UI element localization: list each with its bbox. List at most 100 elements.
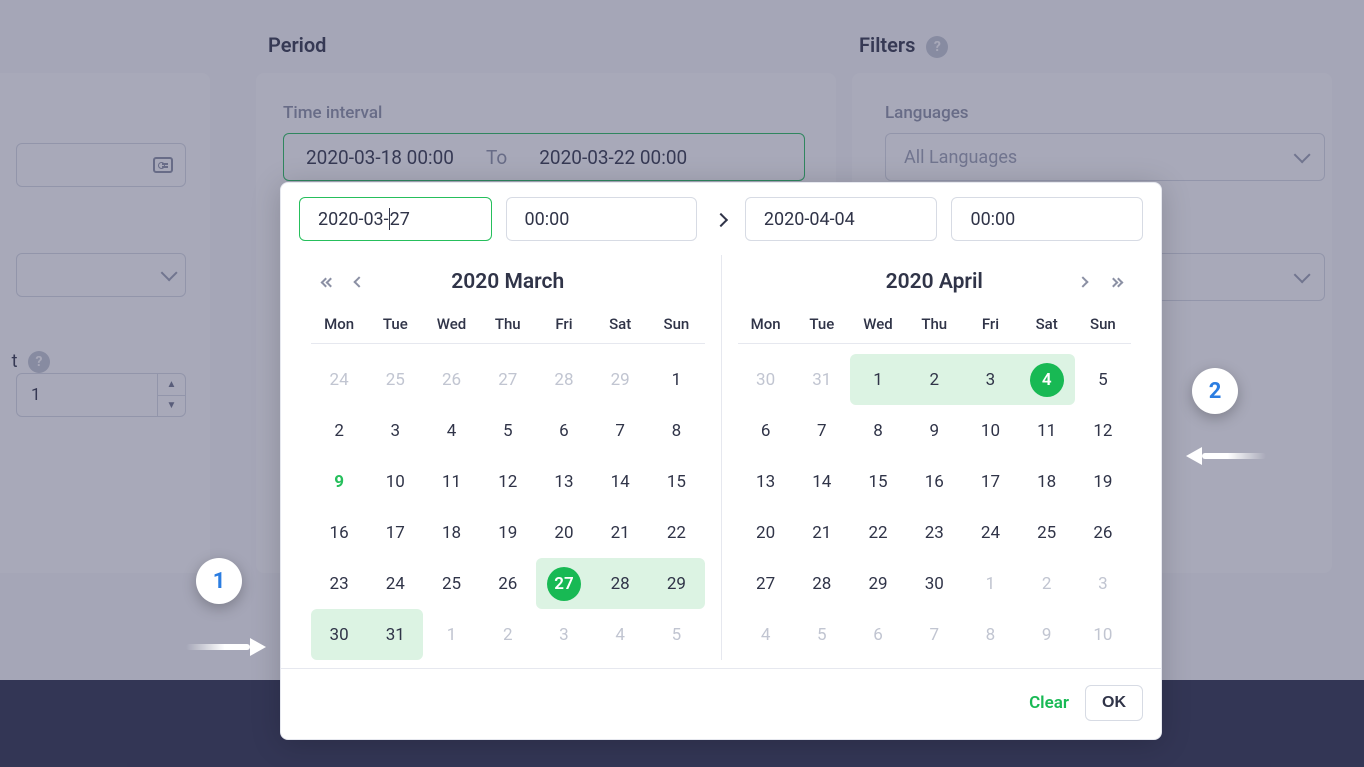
ok-button[interactable]: OK bbox=[1085, 685, 1143, 721]
calendar-day[interactable]: 3 bbox=[367, 405, 423, 456]
calendar-day[interactable]: 5 bbox=[480, 405, 536, 456]
next-year-button[interactable] bbox=[1103, 270, 1127, 294]
calendar-day[interactable]: 9 bbox=[906, 405, 962, 456]
calendar-day[interactable]: 17 bbox=[962, 456, 1018, 507]
calendar-day[interactable]: 27 bbox=[536, 558, 592, 609]
calendar-day: 31 bbox=[794, 354, 850, 405]
calendar-day[interactable]: 4 bbox=[1019, 354, 1075, 405]
calendar-day[interactable]: 10 bbox=[962, 405, 1018, 456]
annotation-arrow-1 bbox=[186, 640, 276, 654]
calendar-day[interactable]: 1 bbox=[648, 354, 704, 405]
end-date-value: 2020-04-04 bbox=[764, 209, 855, 230]
calendar-day[interactable]: 6 bbox=[738, 405, 794, 456]
dow-cell: Sun bbox=[648, 315, 704, 333]
calendar-day[interactable]: 22 bbox=[850, 507, 906, 558]
calendar-left-header: 2020 March bbox=[311, 255, 705, 309]
calendar-day[interactable]: 4 bbox=[423, 405, 479, 456]
calendar-day[interactable]: 29 bbox=[648, 558, 704, 609]
dow-cell: Wed bbox=[423, 315, 479, 333]
end-time-input[interactable]: 00:00 bbox=[951, 197, 1143, 241]
calendar-day[interactable]: 24 bbox=[367, 558, 423, 609]
calendar-day[interactable]: 21 bbox=[794, 507, 850, 558]
calendar-day: 1 bbox=[962, 558, 1018, 609]
calendar-day[interactable]: 23 bbox=[906, 507, 962, 558]
calendar-day[interactable]: 14 bbox=[592, 456, 648, 507]
end-time-value: 00:00 bbox=[970, 209, 1015, 230]
calendar-left-title: 2020 March bbox=[451, 270, 564, 294]
daterange-popover: 2020-03-27 00:00 2020-04-04 00:00 2020 M… bbox=[280, 182, 1162, 740]
annotation-badge-2: 2 bbox=[1192, 368, 1238, 414]
calendar-day[interactable]: 7 bbox=[592, 405, 648, 456]
calendar-day[interactable]: 26 bbox=[1075, 507, 1131, 558]
calendar-day[interactable]: 18 bbox=[1019, 456, 1075, 507]
calendar-day: 4 bbox=[738, 609, 794, 660]
start-time-value: 00:00 bbox=[525, 209, 570, 230]
dow-cell: Tue bbox=[367, 315, 423, 333]
calendar-day[interactable]: 20 bbox=[738, 507, 794, 558]
calendar-day[interactable]: 16 bbox=[311, 507, 367, 558]
calendar-day: 29 bbox=[592, 354, 648, 405]
dow-cell: Wed bbox=[850, 315, 906, 333]
calendar-day[interactable]: 20 bbox=[536, 507, 592, 558]
calendar-day[interactable]: 11 bbox=[423, 456, 479, 507]
calendar-day[interactable]: 16 bbox=[906, 456, 962, 507]
start-time-input[interactable]: 00:00 bbox=[506, 197, 698, 241]
calendar-day[interactable]: 13 bbox=[738, 456, 794, 507]
calendar-day[interactable]: 30 bbox=[311, 609, 367, 660]
calendar-day[interactable]: 2 bbox=[311, 405, 367, 456]
calendar-day[interactable]: 21 bbox=[592, 507, 648, 558]
calendar-day[interactable]: 12 bbox=[480, 456, 536, 507]
calendar-day[interactable]: 9 bbox=[311, 456, 367, 507]
calendar-day[interactable]: 7 bbox=[794, 405, 850, 456]
next-month-button[interactable] bbox=[1071, 270, 1095, 294]
prev-month-button[interactable] bbox=[347, 270, 371, 294]
calendar-day[interactable]: 28 bbox=[592, 558, 648, 609]
calendar-day: 5 bbox=[648, 609, 704, 660]
dow-cell: Mon bbox=[738, 315, 794, 333]
calendar-day[interactable]: 15 bbox=[850, 456, 906, 507]
calendar-day[interactable]: 25 bbox=[1019, 507, 1075, 558]
calendar-day[interactable]: 24 bbox=[962, 507, 1018, 558]
calendar-day: 3 bbox=[536, 609, 592, 660]
calendar-day[interactable]: 11 bbox=[1019, 405, 1075, 456]
calendar-day[interactable]: 29 bbox=[850, 558, 906, 609]
calendar-day[interactable]: 23 bbox=[311, 558, 367, 609]
calendar-day[interactable]: 8 bbox=[850, 405, 906, 456]
calendar-day[interactable]: 6 bbox=[536, 405, 592, 456]
calendar-day[interactable]: 13 bbox=[536, 456, 592, 507]
calendar-day[interactable]: 31 bbox=[367, 609, 423, 660]
dow-cell: Sat bbox=[1019, 315, 1075, 333]
calendar-day[interactable]: 17 bbox=[367, 507, 423, 558]
picker-footer: Clear OK bbox=[281, 668, 1161, 727]
calendar-day: 3 bbox=[1075, 558, 1131, 609]
calendar-day[interactable]: 22 bbox=[648, 507, 704, 558]
calendar-day[interactable]: 5 bbox=[1075, 354, 1131, 405]
calendar-day[interactable]: 28 bbox=[794, 558, 850, 609]
start-date-input[interactable]: 2020-03-27 bbox=[299, 197, 492, 241]
calendar-day[interactable]: 19 bbox=[1075, 456, 1131, 507]
calendar-day[interactable]: 15 bbox=[648, 456, 704, 507]
calendar-day[interactable]: 30 bbox=[906, 558, 962, 609]
calendar-day[interactable]: 12 bbox=[1075, 405, 1131, 456]
calendar-day[interactable]: 26 bbox=[480, 558, 536, 609]
calendar-day: 10 bbox=[1075, 609, 1131, 660]
clear-button[interactable]: Clear bbox=[1029, 693, 1069, 713]
calendars-row: 2020 March MonTueWedThuFriSatSun 2425262… bbox=[281, 245, 1161, 660]
calendar-day[interactable]: 2 bbox=[906, 354, 962, 405]
calendar-day[interactable]: 25 bbox=[423, 558, 479, 609]
calendar-day[interactable]: 3 bbox=[962, 354, 1018, 405]
calendar-day[interactable]: 8 bbox=[648, 405, 704, 456]
prev-year-button[interactable] bbox=[315, 270, 339, 294]
calendar-day[interactable]: 27 bbox=[738, 558, 794, 609]
picker-top-row: 2020-03-27 00:00 2020-04-04 00:00 bbox=[281, 183, 1161, 245]
end-date-input[interactable]: 2020-04-04 bbox=[745, 197, 938, 241]
calendar-day: 2 bbox=[480, 609, 536, 660]
calendar-day[interactable]: 19 bbox=[480, 507, 536, 558]
calendar-day[interactable]: 18 bbox=[423, 507, 479, 558]
calendar-day[interactable]: 1 bbox=[850, 354, 906, 405]
calendar-day: 25 bbox=[367, 354, 423, 405]
calendar-day: 28 bbox=[536, 354, 592, 405]
calendar-day[interactable]: 14 bbox=[794, 456, 850, 507]
calendar-right-grid: 3031123456789101112131415161718192021222… bbox=[738, 354, 1132, 660]
calendar-day[interactable]: 10 bbox=[367, 456, 423, 507]
